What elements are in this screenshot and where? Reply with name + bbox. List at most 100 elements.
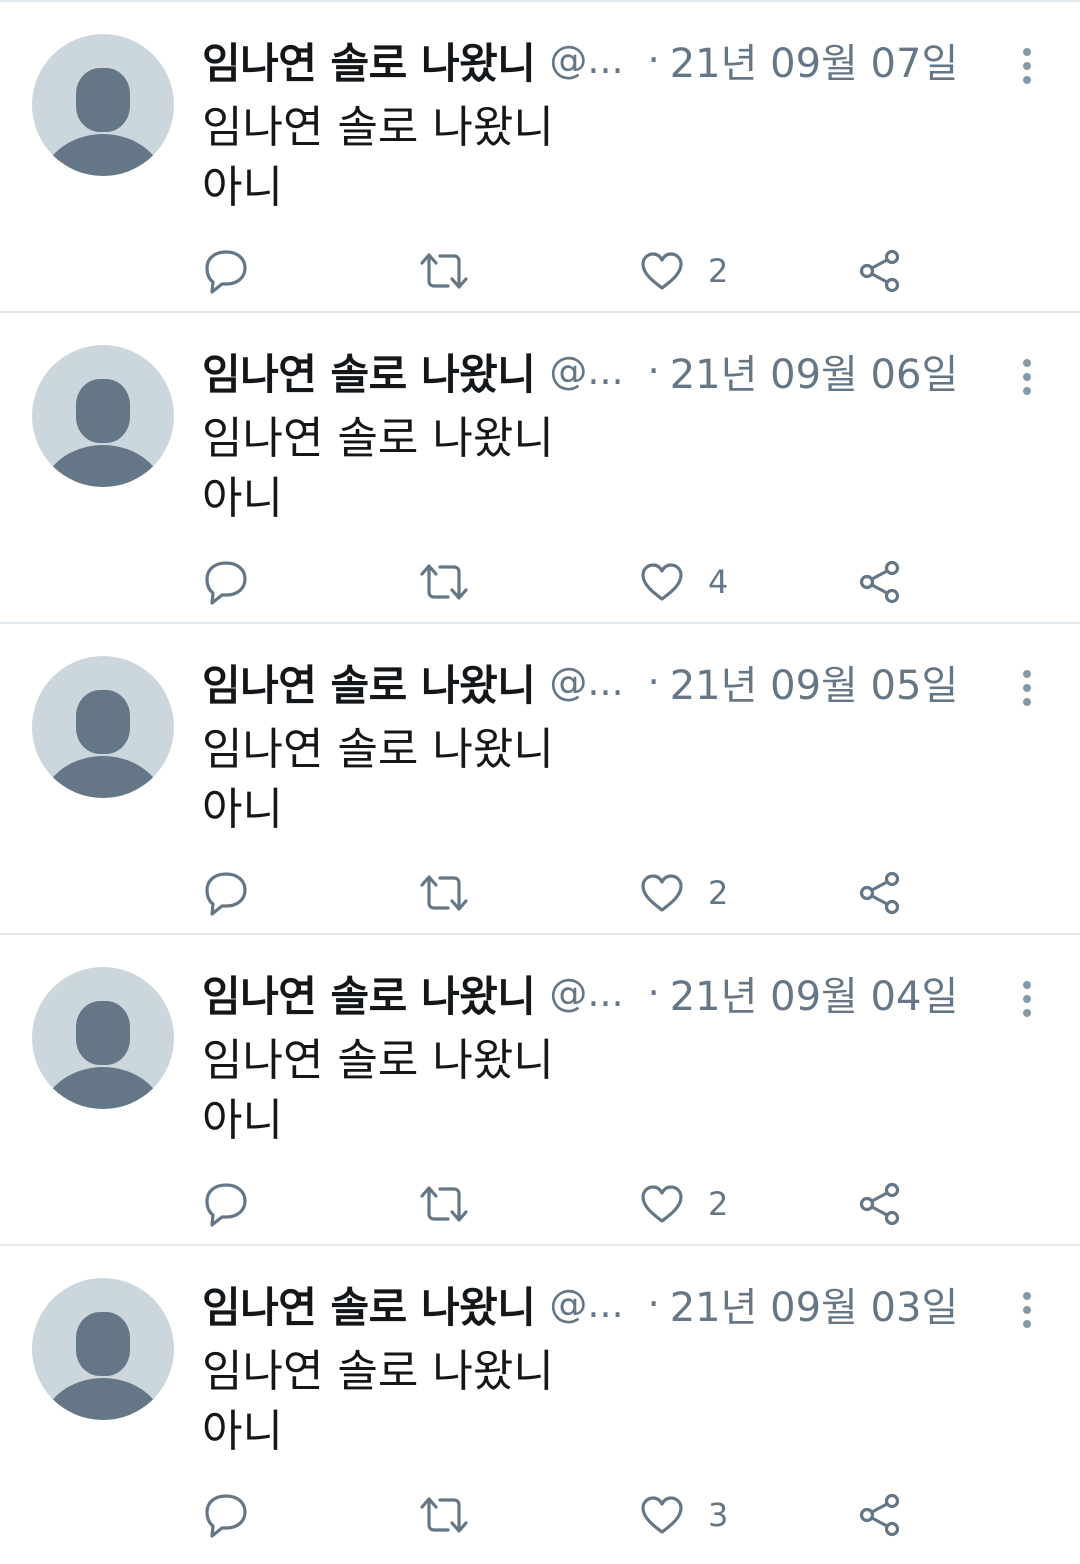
tweet-text-line: 임나연 솔로 나왔니 [202, 1346, 554, 1397]
user-handle[interactable]: @... [549, 660, 623, 704]
tweet-actions: 3 [0, 1490, 1080, 1540]
tweet-date[interactable]: 21년 09월 05일 [670, 653, 959, 711]
display-name[interactable]: 임나연 솔로 나왔니 [202, 1274, 536, 1335]
like-count: 2 [708, 252, 729, 290]
tweet-text-line: 아니 [202, 162, 283, 213]
tweet-text-line: 아니 [202, 784, 283, 835]
tweet-text: 임나연 솔로 나왔니 아니 [202, 409, 962, 529]
share-button[interactable] [858, 868, 902, 918]
tweet-text: 임나연 솔로 나왔니 아니 [202, 720, 962, 840]
tweet-actions: 2 [0, 868, 1080, 918]
heart-icon [640, 251, 684, 291]
tweet-feed: 임나연 솔로 나왔니 @... · 21년 09월 07일 임나연 솔로 나왔니… [0, 0, 1080, 1564]
tweet[interactable]: 임나연 솔로 나왔니 @... · 21년 09월 03일 임나연 솔로 나왔니… [0, 1246, 1080, 1557]
separator-dot: · [647, 660, 660, 704]
heart-icon [640, 873, 684, 913]
default-avatar-icon[interactable] [32, 1278, 174, 1420]
tweet-actions: 2 [0, 1179, 1080, 1229]
reply-icon [204, 248, 248, 294]
more-vertical-icon[interactable] [1012, 357, 1042, 397]
tweet-date[interactable]: 21년 09월 07일 [670, 31, 959, 89]
retweet-icon [418, 562, 470, 602]
share-button[interactable] [858, 246, 902, 296]
reply-icon [204, 1492, 248, 1538]
separator-dot: · [647, 38, 660, 82]
reply-icon [204, 559, 248, 605]
user-handle[interactable]: @... [549, 1282, 623, 1326]
retweet-button[interactable] [418, 1490, 470, 1540]
retweet-icon [418, 251, 470, 291]
reply-button[interactable] [204, 557, 248, 607]
heart-icon [640, 562, 684, 602]
tweet-header: 임나연 솔로 나왔니 @... · 21년 09월 03일 [202, 1276, 1002, 1332]
default-avatar-icon[interactable] [32, 656, 174, 798]
share-button[interactable] [858, 1490, 902, 1540]
retweet-icon [418, 1184, 470, 1224]
display-name[interactable]: 임나연 솔로 나왔니 [202, 652, 536, 713]
like-button[interactable]: 4 [640, 557, 728, 607]
more-vertical-icon[interactable] [1012, 668, 1042, 708]
like-button[interactable]: 2 [640, 1179, 728, 1229]
reply-button[interactable] [204, 1490, 248, 1540]
tweet-date[interactable]: 21년 09월 06일 [670, 342, 959, 400]
reply-icon [204, 1181, 248, 1227]
tweet-text: 임나연 솔로 나왔니 아니 [202, 1031, 962, 1151]
display-name[interactable]: 임나연 솔로 나왔니 [202, 963, 536, 1024]
tweet-header: 임나연 솔로 나왔니 @... · 21년 09월 06일 [202, 343, 1002, 399]
default-avatar-icon[interactable] [32, 345, 174, 487]
user-handle[interactable]: @... [549, 971, 623, 1015]
share-icon [858, 1182, 902, 1226]
share-button[interactable] [858, 1179, 902, 1229]
share-icon [858, 1493, 902, 1537]
share-icon [858, 560, 902, 604]
tweet[interactable]: 임나연 솔로 나왔니 @... · 21년 09월 06일 임나연 솔로 나왔니… [0, 313, 1080, 624]
tweet-text-line: 임나연 솔로 나왔니 [202, 1035, 554, 1086]
user-handle[interactable]: @... [549, 38, 623, 82]
like-count: 4 [708, 563, 729, 601]
like-button[interactable]: 2 [640, 868, 728, 918]
like-count: 2 [708, 1185, 729, 1223]
retweet-icon [418, 873, 470, 913]
reply-button[interactable] [204, 1179, 248, 1229]
separator-dot: · [647, 971, 660, 1015]
tweet-date[interactable]: 21년 09월 03일 [670, 1275, 959, 1333]
tweet-actions: 2 [0, 246, 1080, 296]
display-name[interactable]: 임나연 솔로 나왔니 [202, 30, 536, 91]
heart-icon [640, 1495, 684, 1535]
user-handle[interactable]: @... [549, 349, 623, 393]
default-avatar-icon[interactable] [32, 34, 174, 176]
retweet-button[interactable] [418, 868, 470, 918]
share-icon [858, 249, 902, 293]
reply-button[interactable] [204, 246, 248, 296]
display-name[interactable]: 임나연 솔로 나왔니 [202, 341, 536, 402]
tweet[interactable]: 임나연 솔로 나왔니 @... · 21년 09월 05일 임나연 솔로 나왔니… [0, 624, 1080, 935]
tweet-date[interactable]: 21년 09월 04일 [670, 964, 959, 1022]
default-avatar-icon[interactable] [32, 967, 174, 1109]
tweet-text-line: 아니 [202, 1095, 283, 1146]
more-vertical-icon[interactable] [1012, 46, 1042, 86]
separator-dot: · [647, 349, 660, 393]
like-button[interactable]: 2 [640, 246, 728, 296]
like-count: 3 [708, 1496, 729, 1534]
tweet-header: 임나연 솔로 나왔니 @... · 21년 09월 05일 [202, 654, 1002, 710]
tweet-actions: 4 [0, 557, 1080, 607]
tweet[interactable]: 임나연 솔로 나왔니 @... · 21년 09월 04일 임나연 솔로 나왔니… [0, 935, 1080, 1246]
like-button[interactable]: 3 [640, 1490, 728, 1540]
reply-icon [204, 870, 248, 916]
tweet-text: 임나연 솔로 나왔니 아니 [202, 1342, 962, 1462]
tweet-text-line: 아니 [202, 1406, 283, 1457]
tweet[interactable]: 임나연 솔로 나왔니 @... · 21년 09월 07일 임나연 솔로 나왔니… [0, 2, 1080, 313]
retweet-button[interactable] [418, 1179, 470, 1229]
tweet-text-line: 임나연 솔로 나왔니 [202, 413, 554, 464]
retweet-button[interactable] [418, 557, 470, 607]
heart-icon [640, 1184, 684, 1224]
like-count: 2 [708, 874, 729, 912]
reply-button[interactable] [204, 868, 248, 918]
tweet-text-line: 임나연 솔로 나왔니 [202, 724, 554, 775]
tweet-text-line: 임나연 솔로 나왔니 [202, 102, 554, 153]
share-button[interactable] [858, 557, 902, 607]
more-vertical-icon[interactable] [1012, 979, 1042, 1019]
tweet-header: 임나연 솔로 나왔니 @... · 21년 09월 07일 [202, 32, 1002, 88]
more-vertical-icon[interactable] [1012, 1290, 1042, 1330]
retweet-button[interactable] [418, 246, 470, 296]
